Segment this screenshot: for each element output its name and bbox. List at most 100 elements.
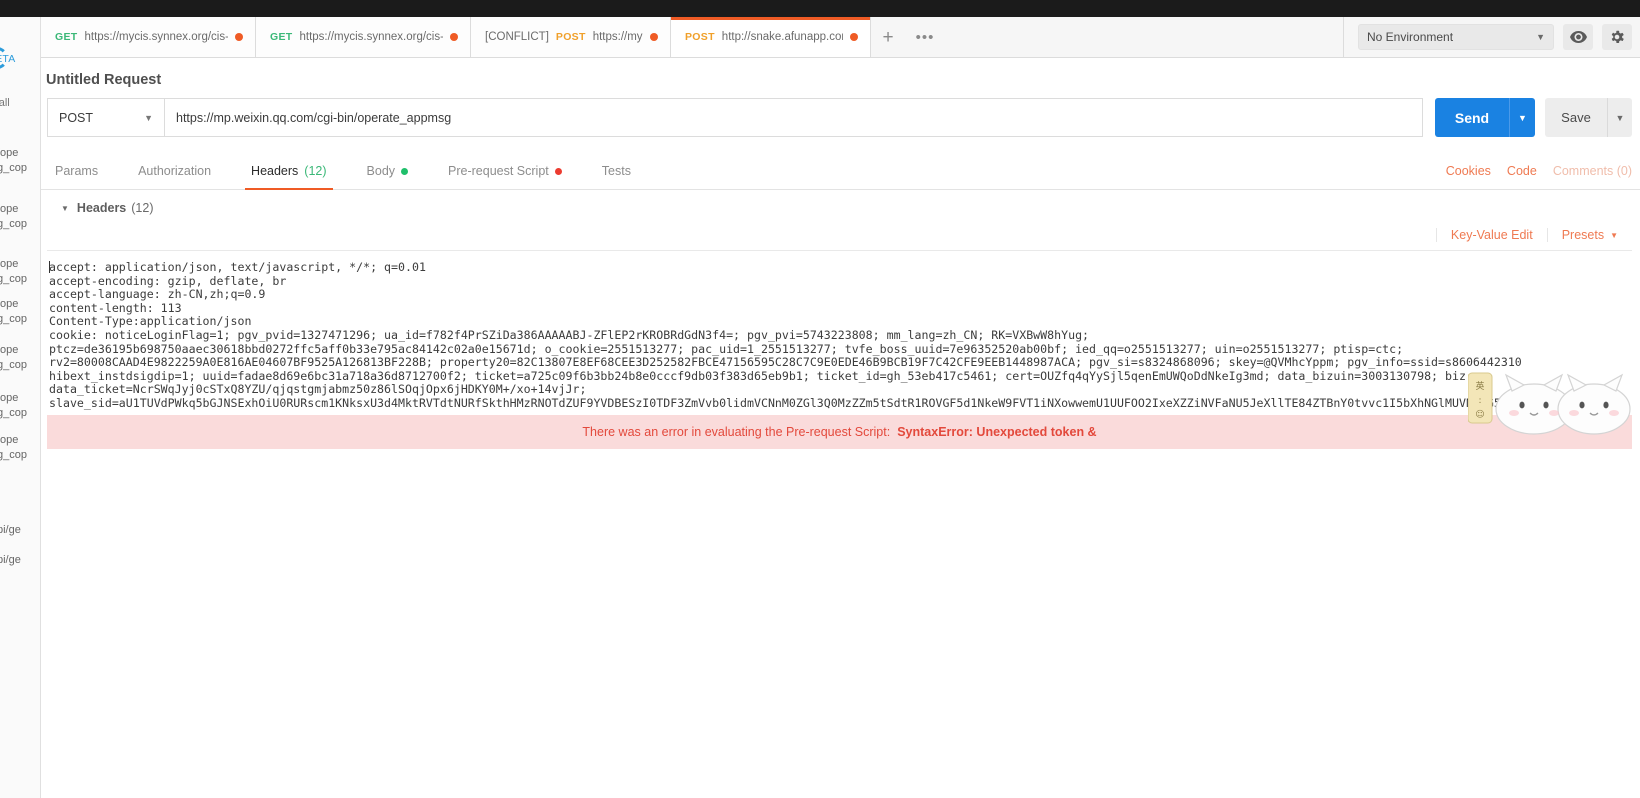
ellipsis-icon[interactable]: •••: [905, 17, 945, 57]
tab-conflict-label: [CONFLICT]: [485, 31, 549, 43]
environment-area: No Environment ▼: [1343, 17, 1640, 57]
environment-select[interactable]: No Environment ▼: [1358, 24, 1554, 50]
section-tab-label: Body: [366, 164, 396, 178]
tab-url-label: https://mycis.synn...: [592, 31, 643, 43]
method-select[interactable]: POST ▼: [47, 98, 164, 137]
tab-headers[interactable]: Headers (12): [231, 164, 346, 190]
send-button-group: Send ▼: [1435, 98, 1535, 137]
chevron-down-icon: ▼: [1536, 32, 1545, 42]
tab-url-label: https://mycis.synnex.org/cis-cr/...: [299, 31, 444, 43]
sidebar-history-item[interactable]: /ope: [0, 344, 18, 357]
headers-section-title: Headers: [76, 201, 127, 215]
request-tab-strip: GEThttps://mycis.synnex.org/cis-cr/...GE…: [41, 17, 1640, 58]
unsaved-indicator-icon: [450, 33, 458, 41]
clear-all-label: r all: [0, 97, 10, 109]
sidebar-history-item[interactable]: /ope: [0, 147, 18, 160]
tabstrip-spacer: [945, 17, 1343, 57]
sidebar-history-item[interactable]: g_cop: [0, 162, 27, 175]
headers-edit-mode-row: Key-Value Edit Presets ▼: [41, 226, 1640, 250]
section-tab-status-dot-icon: [401, 167, 409, 175]
save-button-group: Save ▼: [1545, 98, 1632, 137]
eye-icon-svg: [1569, 31, 1587, 43]
save-options-caret-icon[interactable]: ▼: [1607, 98, 1632, 137]
tab-method-label: GET: [270, 31, 293, 43]
page-title: Untitled Request: [46, 72, 162, 88]
unsaved-indicator-icon: [850, 33, 858, 41]
send-options-caret-icon[interactable]: ▼: [1509, 98, 1535, 137]
headers-count: (12): [131, 201, 154, 215]
unsaved-indicator-icon: [235, 33, 243, 41]
sidebar-history-item[interactable]: pi/ge: [0, 524, 21, 537]
tab-pre-request-script[interactable]: Pre-request Script: [428, 164, 582, 189]
sidebar-history-item[interactable]: /ope: [0, 434, 18, 447]
tab-method-label: POST: [555, 31, 586, 43]
plus-icon[interactable]: +: [871, 17, 905, 57]
sidebar-history-item[interactable]: /ope: [0, 258, 18, 271]
comments-0--link[interactable]: Comments (0): [1553, 164, 1632, 178]
send-button[interactable]: Send: [1435, 98, 1509, 137]
section-tab-label: Authorization: [138, 164, 212, 178]
unsaved-indicator-icon: [650, 33, 658, 41]
sidebar-history-item[interactable]: g_cop: [0, 273, 27, 286]
method-select-value: POST: [59, 110, 94, 125]
beta-badge: BETA: [0, 53, 16, 65]
chevron-down-icon: ▼: [61, 203, 69, 213]
chevron-down-icon: ▼: [1610, 230, 1618, 240]
url-input[interactable]: https://mp.weixin.qq.com/cgi-bin/operate…: [164, 98, 1423, 137]
sidebar-history-item[interactable]: g_cop: [0, 359, 27, 372]
headers-bulk-text[interactable]: accept: application/json, text/javascrip…: [49, 261, 1632, 410]
sidebar-history-item[interactable]: /ope: [0, 203, 18, 216]
request-tab[interactable]: GET https://mycis.synnex.org/cis-cr/...: [256, 17, 471, 57]
section-tab-label: Pre-request Script: [448, 164, 549, 178]
section-tabs-links: Cookies Code Comments (0): [1446, 164, 1632, 189]
url-row: POST ▼ https://mp.weixin.qq.com/cgi-bin/…: [41, 98, 1640, 137]
request-section-tabs: Params Authorization Headers (12) Body Pre-re…: [41, 137, 1640, 190]
section-tab-list: Params Authorization Headers (12) Body Pre-re…: [47, 164, 651, 190]
error-message: There was an error in evaluating the Pre…: [582, 425, 891, 439]
cookies-link[interactable]: Cookies: [1446, 164, 1491, 178]
request-tabs: GEThttps://mycis.synnex.org/cis-cr/...GE…: [41, 17, 871, 57]
presets-dropdown[interactable]: Presets ▼: [1546, 228, 1632, 242]
tab-tests[interactable]: Tests: [582, 164, 651, 189]
chevron-down-icon: ▼: [144, 112, 153, 123]
tab-method-label: GET: [55, 31, 78, 43]
tab-method-label: POST: [685, 31, 715, 43]
sidebar-history-item[interactable]: /ope: [0, 392, 18, 405]
section-tab-label: Params: [55, 164, 99, 178]
headers-collapse-bar[interactable]: ▼ Headers (12): [41, 190, 1640, 226]
window-title-bar: [0, 0, 1640, 17]
presets-label: Presets: [1561, 228, 1605, 242]
tab-authorization[interactable]: Authorization: [118, 164, 231, 189]
section-tab-count: (12): [304, 164, 327, 178]
tab-url-label: http://snake.afunapp.com/cla...: [721, 31, 843, 43]
sidebar-history-item[interactable]: g_cop: [0, 313, 27, 326]
sidebar-history-item[interactable]: /ope: [0, 298, 18, 311]
eye-icon[interactable]: [1563, 24, 1593, 50]
gear-icon[interactable]: [1602, 24, 1632, 50]
code-link[interactable]: Code: [1507, 164, 1537, 178]
postman-window: BETA r all /ope g_cop/ope g_cop/ope g_cop/o…: [0, 0, 1640, 798]
error-detail: SyntaxError: Unexpected token &: [897, 425, 1097, 439]
tab-body[interactable]: Body: [347, 164, 429, 189]
text-caret: [49, 261, 50, 273]
request-tab[interactable]: [CONFLICT] POST https://mycis.synn...: [471, 17, 671, 57]
main-panel: GEThttps://mycis.synnex.org/cis-cr/...GE…: [41, 17, 1640, 798]
environment-select-value: No Environment: [1367, 30, 1454, 44]
request-tab[interactable]: GET https://mycis.synnex.org/cis-cr/...: [41, 17, 256, 57]
tab-url-label: https://mycis.synnex.org/cis-cr/...: [84, 31, 229, 43]
request-tab[interactable]: POST http://snake.afunapp.com/cla...: [671, 17, 871, 57]
headers-bulk-editor[interactable]: accept: application/json, text/javascrip…: [47, 250, 1632, 410]
gear-icon-svg: [1611, 30, 1624, 43]
far-left-sidebar: BETA r all /ope g_cop/ope g_cop/ope g_cop/o…: [0, 17, 41, 798]
sidebar-history-item[interactable]: g_cop: [0, 407, 27, 420]
sidebar-history-item[interactable]: pi/ge: [0, 554, 21, 567]
save-button[interactable]: Save: [1545, 98, 1607, 137]
section-tab-label: Tests: [601, 164, 631, 178]
section-tab-label: Headers: [251, 164, 299, 178]
sidebar-history-item[interactable]: g_cop: [0, 218, 27, 231]
pre-request-script-error-banner: There was an error in evaluating the Pre…: [47, 415, 1632, 449]
key-value-edit-button[interactable]: Key-Value Edit: [1435, 228, 1547, 242]
sidebar-history-item[interactable]: g_cop: [0, 449, 27, 462]
section-tab-status-dot-icon: [554, 167, 562, 175]
tab-params[interactable]: Params: [47, 164, 118, 189]
